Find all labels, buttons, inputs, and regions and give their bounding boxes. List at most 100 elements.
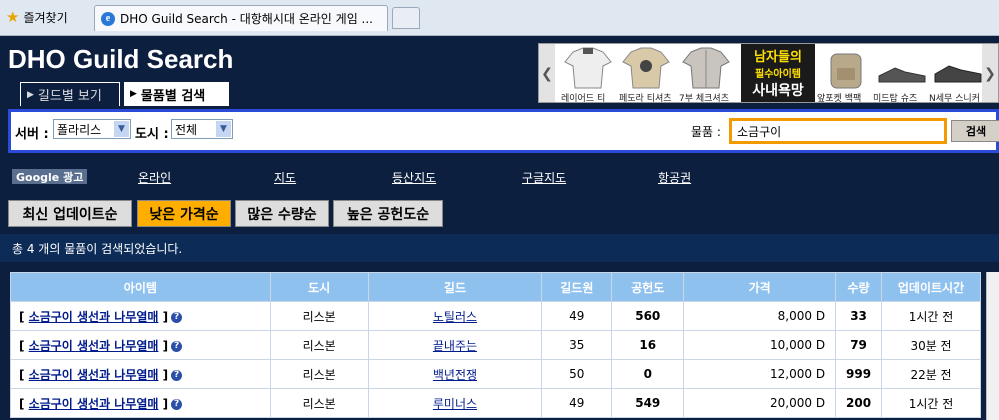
- tshirt-image: [564, 47, 612, 89]
- item-cell: [ 소금구이 생선과 나무열매 ]?: [10, 388, 271, 418]
- results-table: 아이템 도시 길드 길드원 공헌도 가격 수량 업데이트시간 [ 소금구이 생선…: [10, 272, 981, 418]
- item-link[interactable]: 소금구이 생선과 나무열매: [29, 397, 159, 411]
- ad-caption[interactable]: 7부 체크셔츠: [679, 91, 729, 102]
- link-hiking-map[interactable]: 등산지도: [392, 169, 436, 186]
- guild-link[interactable]: 노틸러스: [433, 310, 477, 324]
- table-row: [ 소금구이 생선과 나무열매 ]? 리스본 노틸러스 49 560 8,000…: [10, 301, 981, 331]
- city-select-value: 전체: [175, 122, 198, 137]
- help-icon[interactable]: ?: [171, 398, 183, 410]
- members-cell: 49: [541, 388, 613, 418]
- help-icon[interactable]: ?: [171, 369, 183, 381]
- col-header-contribution: 공헌도: [611, 272, 685, 302]
- item-cell: [ 소금구이 생선과 나무열매 ]?: [10, 359, 271, 389]
- ad-caption[interactable]: 미드탑 슈즈: [873, 91, 917, 102]
- ad-caption[interactable]: 앞포켓 백팩: [817, 91, 861, 102]
- help-icon[interactable]: ?: [171, 340, 183, 352]
- city-label: 도시 :: [135, 127, 169, 142]
- city-select[interactable]: 전체 ▼: [171, 119, 233, 139]
- server-select[interactable]: 폴라리스 ▼: [53, 119, 131, 139]
- contribution-cell: 0: [611, 359, 685, 389]
- ad-caption[interactable]: N세무 스니커: [929, 91, 980, 102]
- chevron-left-icon[interactable]: ❮: [539, 44, 555, 102]
- members-cell: 35: [541, 330, 613, 360]
- tshirt-image: [622, 47, 670, 89]
- new-tab-button[interactable]: [392, 7, 420, 29]
- link-airfare[interactable]: 항공권: [658, 169, 691, 186]
- link-google-map[interactable]: 구글지도: [522, 169, 566, 186]
- col-header-guild: 길드: [367, 272, 543, 302]
- browser-tab[interactable]: e DHO Guild Search - 대항해시대 온라인 게임 ...: [94, 5, 388, 31]
- ad-banner[interactable]: ❮ 레이어드 티 페도라 티셔츠 7부 체크셔츠 남자들의 필수아이템 사내욕망…: [538, 43, 999, 103]
- tab-item-search-label: 물품별 검색: [140, 88, 206, 104]
- guild-link[interactable]: 백년전쟁: [433, 368, 477, 382]
- ad-caption[interactable]: 페도라 티셔츠: [619, 91, 672, 102]
- item-label: 물품 :: [691, 125, 721, 139]
- search-panel: 서버 : 폴라리스 ▼ 도시 : 전체 ▼ 물품 : 소금구이 검색: [8, 109, 999, 153]
- favorites-button[interactable]: ★ 즐겨찾기: [6, 7, 68, 27]
- quantity-cell: 79: [835, 330, 883, 360]
- city-cell: 리스본: [269, 359, 369, 389]
- tab-title: DHO Guild Search - 대항해시대 온라인 게임 ...: [120, 12, 374, 26]
- tab-item-search[interactable]: ▶ 물품별 검색: [124, 82, 229, 106]
- ad-center-line3: 사내욕망: [752, 83, 804, 99]
- item-link[interactable]: 소금구이 생선과 나무열매: [29, 368, 159, 382]
- sort-low-price-button[interactable]: 낮은 가격순: [137, 200, 231, 227]
- item-link[interactable]: 소금구이 생선과 나무열매: [29, 339, 159, 353]
- item-search-input[interactable]: 소금구이: [729, 118, 947, 144]
- ad-center-panel[interactable]: 남자들의 필수아이템 사내욕망: [741, 44, 815, 102]
- tab-guild-view[interactable]: ▶ 길드별 보기: [20, 82, 120, 106]
- ad-links-row: Google 광고 온라인 지도 등산지도 구글지도 항공권: [0, 166, 999, 186]
- sneaker-image: [934, 65, 982, 83]
- browser-toolbar: ★ 즐겨찾기 e DHO Guild Search - 대항해시대 온라인 게임…: [0, 0, 999, 36]
- price-cell: 20,000 D: [683, 388, 837, 418]
- guild-cell: 끝내주는: [367, 330, 543, 360]
- search-button[interactable]: 검색: [951, 120, 999, 142]
- col-header-quantity: 수량: [835, 272, 883, 302]
- link-online[interactable]: 온라인: [138, 169, 171, 186]
- ie-icon: e: [101, 11, 115, 26]
- tab-guild-view-label: 길드별 보기: [37, 89, 102, 104]
- updated-cell: 30분 전: [881, 330, 981, 360]
- guild-cell: 노틸러스: [367, 301, 543, 331]
- updated-cell: 1시간 전: [881, 301, 981, 331]
- ad-caption[interactable]: 레이어드 티: [561, 91, 605, 102]
- sort-latest-button[interactable]: 최신 업데이트순: [8, 200, 132, 227]
- price-cell: 8,000 D: [683, 301, 837, 331]
- contribution-cell: 16: [611, 330, 685, 360]
- guild-cell: 백년전쟁: [367, 359, 543, 389]
- price-cell: 10,000 D: [683, 330, 837, 360]
- col-header-city: 도시: [269, 272, 369, 302]
- guild-cell: 루미너스: [367, 388, 543, 418]
- chevron-down-icon: ▼: [114, 121, 129, 137]
- page-scrollbar[interactable]: [986, 272, 999, 420]
- city-cell: 리스본: [269, 330, 369, 360]
- quantity-cell: 999: [835, 359, 883, 389]
- server-label: 서버 :: [15, 127, 49, 142]
- sort-quantity-button[interactable]: 많은 수량순: [235, 200, 329, 227]
- members-cell: 49: [541, 301, 613, 331]
- result-count: 총 4 개의 물품이 검색되었습니다.: [0, 234, 999, 262]
- triangle-right-icon: ▶: [27, 89, 34, 100]
- ad-center-line2: 필수아이템: [755, 69, 801, 80]
- chevron-right-icon[interactable]: ❯: [982, 44, 998, 102]
- updated-cell: 1시간 전: [881, 388, 981, 418]
- help-icon[interactable]: ?: [171, 311, 183, 323]
- guild-link[interactable]: 루미너스: [433, 397, 477, 411]
- favorites-label: 즐겨찾기: [23, 10, 68, 25]
- col-header-members: 길드원: [541, 272, 613, 302]
- table-row: [ 소금구이 생선과 나무열매 ]? 리스본 루미너스 49 549 20,00…: [10, 388, 981, 418]
- shirt-image: [682, 47, 730, 89]
- sort-contribution-button[interactable]: 높은 공헌도순: [333, 200, 443, 227]
- item-link[interactable]: 소금구이 생선과 나무열매: [29, 310, 159, 324]
- guild-link[interactable]: 끝내주는: [433, 339, 477, 353]
- item-cell: [ 소금구이 생선과 나무열매 ]?: [10, 301, 271, 331]
- server-select-value: 폴라리스: [57, 122, 102, 137]
- updated-cell: 22분 전: [881, 359, 981, 389]
- link-map[interactable]: 지도: [274, 169, 296, 186]
- page-title: DHO Guild Search: [8, 44, 234, 74]
- contribution-cell: 549: [611, 388, 685, 418]
- city-cell: 리스본: [269, 301, 369, 331]
- col-header-item: 아이템: [10, 272, 271, 302]
- google-ad-label: Google 광고: [12, 169, 88, 184]
- ad-center-line1: 남자들의: [754, 50, 802, 65]
